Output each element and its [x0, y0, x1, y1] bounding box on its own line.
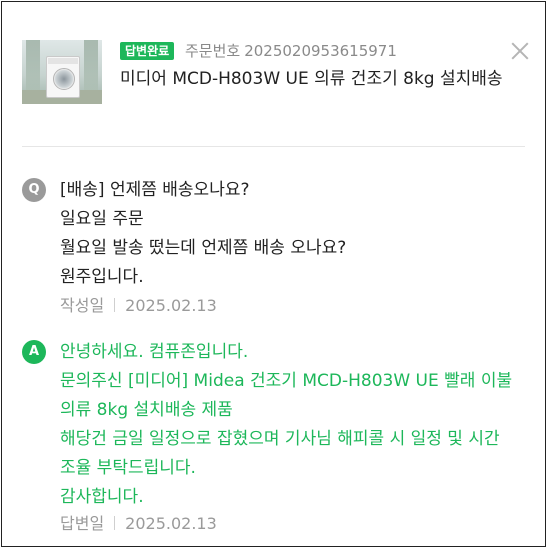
question-line: [배송] 언제쯤 배송오나요? [60, 180, 250, 200]
question-icon: Q [22, 178, 46, 202]
question-line: 원주입니다. [60, 267, 144, 287]
order-number: 주문번호 2025020953615971 [185, 40, 397, 61]
date-label: 작성일 [60, 296, 105, 315]
answer-icon: A [22, 340, 46, 364]
answer-line: 의류 8kg 설치배송 제품 [60, 400, 233, 420]
order-label: 주문번호 [185, 42, 241, 60]
answer-date: 답변일 2025.02.13 [60, 510, 217, 534]
question-date: 작성일 2025.02.13 [60, 292, 217, 316]
divider [22, 146, 525, 147]
close-icon[interactable] [509, 40, 531, 62]
answer-text: 안녕하세요. 컴퓨존입니다. 문의주신 [미디어] Midea 건조기 MCD-… [60, 338, 512, 512]
product-thumbnail[interactable] [22, 40, 102, 104]
answer-line: 감사합니다. [60, 487, 144, 507]
product-title[interactable]: 미디어 MCD-H803W UE 의류 건조기 8kg 설치배송 [120, 66, 520, 93]
order-value: 2025020953615971 [244, 42, 397, 60]
date-value: 2025.02.13 [125, 514, 217, 533]
answer-line: 문의주신 [미디어] Midea 건조기 MCD-H803W UE 빨래 이불 [60, 371, 513, 391]
date-label: 답변일 [60, 514, 105, 533]
question-line: 월요일 발송 떴는데 언제쯤 배송 오나요? [60, 238, 347, 258]
answer-line: 조율 부탁드립니다. [60, 458, 196, 478]
question-line: 일요일 주문 [60, 209, 144, 229]
dryer-image [46, 56, 80, 98]
date-value: 2025.02.13 [125, 296, 217, 315]
answered-badge: 답변완료 [120, 42, 175, 60]
answer-line: 안녕하세요. 컴퓨존입니다. [60, 342, 249, 362]
question-text: [배송] 언제쯤 배송오나요? 일요일 주문 월요일 발송 떴는데 언제쯤 배송… [60, 176, 346, 292]
answer-line: 해당건 금일 일정으로 잡혔으며 기사님 해피콜 시 일정 및 시간 [60, 429, 500, 449]
